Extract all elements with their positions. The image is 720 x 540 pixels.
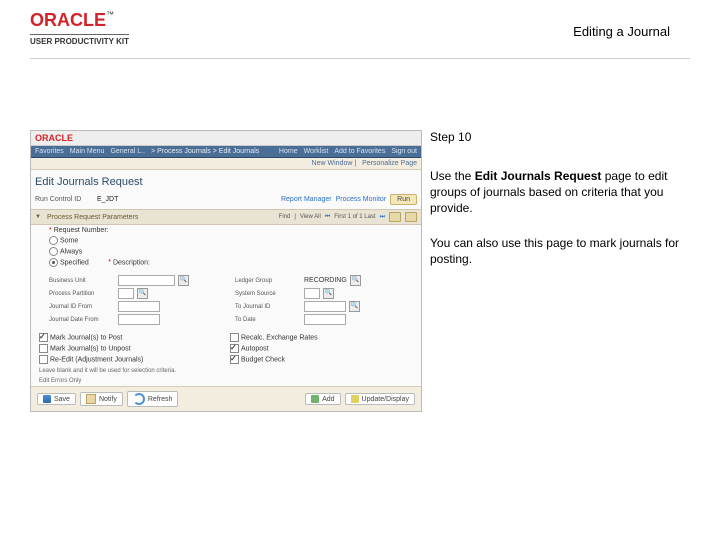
nav-item[interactable]: Add to Favorites [334, 148, 385, 155]
nav-item[interactable]: General L.. [110, 148, 145, 155]
nav-item[interactable]: Main Menu [70, 148, 105, 155]
step-label: Step 10 [430, 130, 690, 144]
instruction-para-1: Use the Edit Journals Request page to ed… [430, 168, 690, 217]
business-unit-input[interactable] [118, 275, 175, 286]
add-button[interactable]: Add [305, 393, 340, 405]
add-row-icon[interactable] [389, 212, 401, 222]
save-button[interactable]: Save [37, 393, 76, 405]
last-icon[interactable]: ⏭ [380, 214, 385, 221]
to-journal-id-input[interactable] [304, 301, 346, 312]
process-monitor-link[interactable]: Process Monitor [336, 196, 387, 203]
system-source-input[interactable] [304, 288, 320, 299]
first-icon[interactable]: ⏮ [325, 214, 330, 221]
report-manager-link[interactable]: Report Manager [281, 196, 332, 203]
nav-item[interactable]: Home [279, 148, 298, 155]
add-icon [311, 395, 319, 403]
page-title: Editing a Journal [573, 24, 670, 39]
journal-id-from-input[interactable] [118, 301, 160, 312]
run-control-value: E_JDT [97, 196, 118, 203]
chk-recalc[interactable] [230, 333, 239, 342]
app-nav: Favorites Main Menu General L.. > Proces… [31, 146, 421, 158]
lookup-icon[interactable]: 🔍 [178, 275, 189, 286]
pager-text: First 1 of 1 Last [334, 214, 375, 220]
update-icon [351, 395, 359, 403]
notify-icon [86, 394, 96, 404]
find-link[interactable]: Find [279, 214, 291, 220]
form-title: Edit Journals Request [31, 170, 421, 194]
radio-some[interactable] [49, 236, 58, 245]
process-partition-input[interactable] [118, 288, 134, 299]
required-label: Request Number: [54, 227, 109, 234]
update-display-button[interactable]: Update/Display [345, 393, 415, 405]
chk-re-edit[interactable] [39, 355, 48, 364]
footnote-2: Edit Errors Only [31, 376, 421, 386]
delete-row-icon[interactable] [405, 212, 417, 222]
nav-item[interactable]: Sign out [391, 148, 417, 155]
lookup-icon[interactable]: 🔍 [137, 288, 148, 299]
instruction-para-2: You can also use this page to mark journ… [430, 235, 690, 267]
save-icon [43, 395, 51, 403]
view-all-link[interactable]: View All [300, 214, 321, 220]
lookup-icon[interactable]: 🔍 [350, 275, 361, 286]
collapse-icon[interactable]: ▼ [35, 214, 41, 220]
journal-date-from-input[interactable] [118, 314, 160, 325]
breadcrumb: > Process Journals > Edit Journals [151, 148, 259, 155]
nav-item[interactable]: Worklist [304, 148, 329, 155]
radio-specify[interactable] [49, 258, 58, 267]
app-brand-label: ORACLE [35, 133, 73, 143]
refresh-button[interactable]: Refresh [127, 391, 179, 407]
section-title: Process Request Parameters [47, 214, 138, 221]
radio-always[interactable] [49, 247, 58, 256]
run-button[interactable]: Run [390, 194, 417, 205]
chk-mark-unpost[interactable] [39, 344, 48, 353]
lookup-icon[interactable]: 🔍 [323, 288, 334, 299]
chk-budget-check[interactable] [230, 355, 239, 364]
to-date-input[interactable] [304, 314, 346, 325]
new-window-link[interactable]: New Window [312, 160, 353, 167]
refresh-icon [133, 393, 145, 405]
notify-button[interactable]: Notify [80, 392, 123, 406]
run-control-label: Run Control ID [35, 196, 93, 203]
app-screenshot: ORACLE Favorites Main Menu General L.. >… [30, 130, 422, 412]
chk-mark-post[interactable] [39, 333, 48, 342]
ledger-group-value: RECORDING [304, 277, 347, 284]
footnote-1: Leave blank and it will be used for sele… [31, 366, 421, 376]
nav-item[interactable]: Favorites [35, 148, 64, 155]
lookup-icon[interactable]: 🔍 [349, 301, 360, 312]
chk-autopost[interactable] [230, 344, 239, 353]
personalize-page-link[interactable]: Personalize Page [362, 160, 417, 167]
